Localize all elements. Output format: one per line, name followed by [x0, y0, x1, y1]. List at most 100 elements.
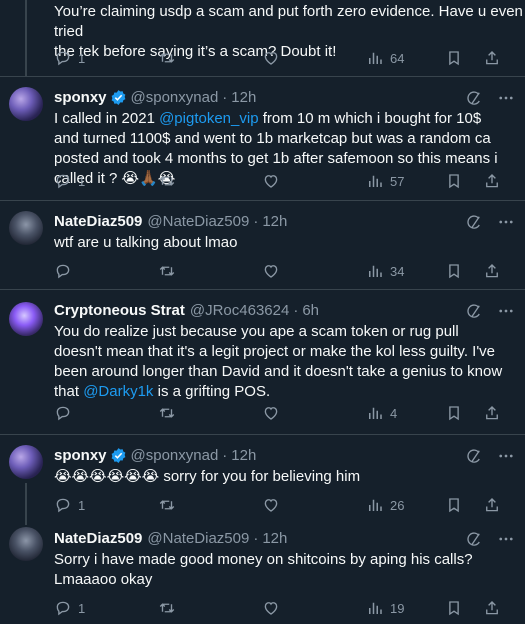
views-button[interactable]: 34 — [366, 262, 456, 280]
user-handle[interactable]: @sponxynad — [131, 89, 219, 106]
retweet-button[interactable] — [158, 262, 262, 280]
views-count: 19 — [390, 600, 405, 616]
reply-button[interactable] — [54, 404, 158, 422]
more-options-icon[interactable] — [497, 213, 515, 231]
views-button[interactable]: 64 — [366, 49, 456, 67]
reply-icon — [54, 404, 72, 422]
retweet-button[interactable] — [158, 496, 262, 514]
like-button[interactable] — [262, 404, 366, 422]
action-bar: 1 64 — [54, 48, 513, 68]
more-options-icon[interactable] — [497, 447, 515, 465]
like-button[interactable] — [262, 496, 366, 514]
share-button[interactable] — [483, 599, 501, 617]
views-button[interactable]: 26 — [366, 496, 456, 514]
tweet-text-line: You’re claiming usdp a scam and put fort… — [54, 3, 523, 40]
like-icon — [262, 49, 280, 67]
tweet[interactable]: NateDiaz509 @NateDiaz509 · 12h Sorry i h… — [0, 525, 525, 624]
tweet-header: NateDiaz509 @NateDiaz509 · 12h — [54, 211, 287, 231]
user-handle[interactable]: @NateDiaz509 — [147, 530, 249, 547]
user-handle[interactable]: @sponxynad — [131, 447, 219, 464]
grok-icon[interactable] — [465, 530, 483, 548]
tweet[interactable]: Cryptoneous Strat @JRoc463624 · 6h You d… — [0, 290, 525, 435]
reply-button[interactable] — [54, 262, 158, 280]
views-button[interactable]: 4 — [366, 404, 456, 422]
like-button[interactable] — [262, 262, 366, 280]
tweet-text: You do realize just because you ape a sc… — [54, 322, 509, 402]
retweet-icon — [158, 496, 176, 514]
bookmark-icon — [445, 599, 463, 617]
display-name[interactable]: sponxy — [54, 447, 107, 464]
tweet-top[interactable]: You’re claiming usdp a scam and put fort… — [0, 0, 525, 77]
avatar[interactable] — [9, 211, 43, 245]
avatar[interactable] — [9, 527, 43, 561]
mention-link[interactable]: @Darky1k — [83, 383, 153, 400]
display-name[interactable]: Cryptoneous Strat — [54, 302, 185, 319]
mention-link[interactable]: @pigtoken_vip — [159, 110, 258, 127]
avatar[interactable] — [9, 445, 43, 479]
tweet[interactable]: NateDiaz509 @NateDiaz509 · 12h wtf are u… — [0, 201, 525, 290]
retweet-button[interactable] — [158, 599, 262, 617]
more-options-icon[interactable] — [497, 530, 515, 548]
avatar[interactable] — [9, 87, 43, 121]
tweet[interactable]: sponxy @sponxynad · 12h 😭😭😭😭😭😭 sorry for… — [0, 435, 525, 525]
views-button[interactable]: 19 — [366, 599, 456, 617]
views-icon — [366, 599, 384, 617]
display-name[interactable]: sponxy — [54, 89, 107, 106]
display-name[interactable]: NateDiaz509 — [54, 530, 142, 547]
bookmark-button[interactable] — [445, 262, 463, 280]
bookmark-button[interactable] — [445, 599, 463, 617]
like-icon — [262, 496, 280, 514]
timestamp[interactable]: 12h — [231, 447, 256, 464]
retweet-icon — [158, 262, 176, 280]
more-options-icon[interactable] — [497, 89, 515, 107]
grok-icon[interactable] — [465, 89, 483, 107]
avatar[interactable] — [9, 302, 43, 336]
timestamp[interactable]: 12h — [262, 213, 287, 230]
reply-count: 1 — [78, 600, 86, 616]
retweet-button[interactable] — [158, 404, 262, 422]
reply-button[interactable]: 1 — [54, 599, 158, 617]
bookmark-button[interactable] — [445, 49, 463, 67]
like-button[interactable] — [262, 49, 366, 67]
reply-count: 1 — [78, 173, 86, 189]
share-button[interactable] — [483, 262, 501, 280]
retweet-button[interactable] — [158, 172, 262, 190]
share-icon — [483, 496, 501, 514]
action-bar: 1 19 — [54, 598, 513, 618]
like-icon — [262, 172, 280, 190]
user-handle[interactable]: @JRoc463624 — [190, 302, 289, 319]
bookmark-button[interactable] — [445, 404, 463, 422]
action-bar: 34 — [54, 261, 513, 281]
share-icon — [483, 599, 501, 617]
bookmark-icon — [445, 172, 463, 190]
retweet-button[interactable] — [158, 49, 262, 67]
share-button[interactable] — [483, 404, 501, 422]
bookmark-icon — [445, 49, 463, 67]
like-button[interactable] — [262, 172, 366, 190]
bookmark-button[interactable] — [445, 496, 463, 514]
timestamp[interactable]: 6h — [302, 302, 319, 319]
grok-icon[interactable] — [465, 213, 483, 231]
reply-button[interactable]: 1 — [54, 172, 158, 190]
reply-button[interactable]: 1 — [54, 49, 158, 67]
more-options-icon[interactable] — [497, 302, 515, 320]
tweet[interactable]: sponxy @sponxynad · 12h I called in 2021… — [0, 77, 525, 201]
like-button[interactable] — [262, 599, 366, 617]
views-count: 34 — [390, 263, 405, 279]
share-button[interactable] — [483, 496, 501, 514]
grok-icon[interactable] — [465, 302, 483, 320]
reply-icon — [54, 172, 72, 190]
share-button[interactable] — [483, 172, 501, 190]
thread-line — [25, 0, 27, 77]
bookmark-button[interactable] — [445, 172, 463, 190]
reply-button[interactable]: 1 — [54, 496, 158, 514]
timestamp[interactable]: 12h — [262, 530, 287, 547]
separator-dot: · — [222, 88, 228, 106]
grok-icon[interactable] — [465, 447, 483, 465]
display-name[interactable]: NateDiaz509 — [54, 213, 142, 230]
timestamp[interactable]: 12h — [231, 89, 256, 106]
reply-count: 1 — [78, 50, 86, 66]
views-button[interactable]: 57 — [366, 172, 456, 190]
share-button[interactable] — [483, 49, 501, 67]
user-handle[interactable]: @NateDiaz509 — [147, 213, 249, 230]
